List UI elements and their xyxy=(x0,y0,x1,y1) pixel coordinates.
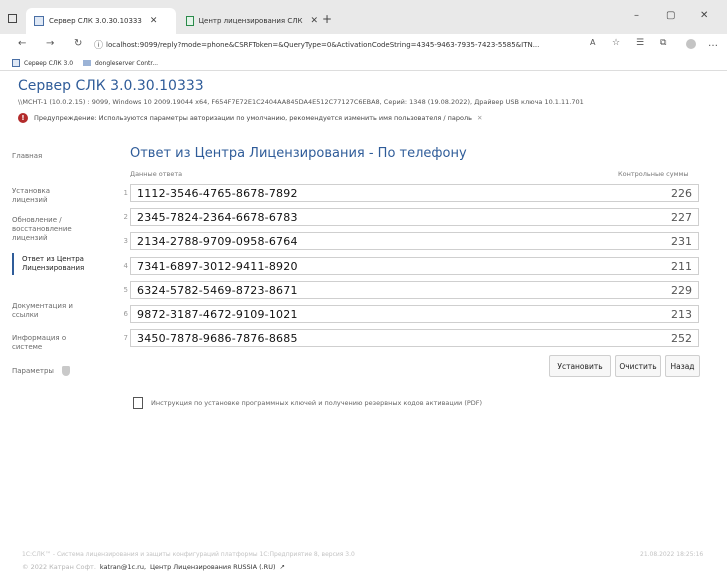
code-input[interactable]: 7341-6897-3012-9411-8920 211 xyxy=(130,257,699,275)
sidebar-item-update[interactable]: Обновление / восстановление лицензий xyxy=(12,216,92,243)
bookmark-server[interactable]: Сервер СЛК 3.0 xyxy=(24,60,73,67)
warning-icon: ! xyxy=(18,113,28,123)
info-icon[interactable]: ⓘ xyxy=(94,38,103,51)
server-favicon-icon xyxy=(34,16,44,26)
warning-close-icon[interactable]: ✕ xyxy=(477,114,482,122)
code-row: 2 2345-7824-2364-6678-6783 227 xyxy=(118,207,699,227)
column-data-header: Данные ответа xyxy=(130,170,183,178)
tab-server[interactable]: Сервер СЛК 3.0.30.10333 ✕ xyxy=(26,8,176,34)
maximize-button[interactable]: ▢ xyxy=(666,10,675,21)
bookmark-dongle[interactable]: dongleserver Contr... xyxy=(95,60,158,67)
tab-license-center[interactable]: Центр лицензирования СЛК ✕ xyxy=(178,8,318,34)
back-button[interactable]: Назад xyxy=(665,355,700,377)
tab-license-label: Центр лицензирования СЛК xyxy=(198,17,303,25)
code-row: 3 2134-2788-9709-0958-6764 231 xyxy=(118,231,699,251)
row-number: 3 xyxy=(123,237,128,245)
sidebar-item-install[interactable]: Установка лицензий xyxy=(12,187,82,205)
row-number: 4 xyxy=(123,262,128,270)
code-row: 7 3450-7878-9686-7876-8685 252 xyxy=(118,328,699,348)
code-value: 2134-2788-9709-0958-6764 xyxy=(137,234,298,248)
checksum-value: 231 xyxy=(671,234,692,248)
profile-avatar[interactable] xyxy=(686,39,696,49)
code-row: 6 9872-3187-4672-9109-1021 213 xyxy=(118,304,699,324)
code-value: 7341-6897-3012-9411-8920 xyxy=(137,259,298,273)
code-row: 1 1112-3546-4765-8678-7892 226 xyxy=(118,183,699,203)
bookmark-server-icon xyxy=(12,59,20,67)
warning-text: Предупреждение: Используются параметры а… xyxy=(34,114,472,122)
row-number: 2 xyxy=(123,213,128,221)
sidebar-params-label: Параметры xyxy=(12,366,54,375)
install-button[interactable]: Установить xyxy=(549,355,611,377)
row-number: 1 xyxy=(123,189,128,197)
collections-icon[interactable]: ⧉ xyxy=(660,38,666,48)
code-row: 5 6324-5782-5469-8723-8671 229 xyxy=(118,280,699,300)
footer-email[interactable]: katran@1c.ru, xyxy=(100,563,146,571)
page-title: Сервер СЛК 3.0.30.10333 xyxy=(18,78,204,94)
tab-actions-icon[interactable] xyxy=(8,14,17,23)
external-link-icon: ↗ xyxy=(279,563,285,571)
forward-arrow-icon[interactable]: → xyxy=(46,38,54,49)
footer-date: 21.08.2022 18:25:16 xyxy=(640,551,704,558)
code-input[interactable]: 9872-3187-4672-9109-1021 213 xyxy=(130,305,699,323)
sidebar-item-params[interactable]: Параметры xyxy=(12,366,70,376)
tab-server-label: Сервер СЛК 3.0.30.10333 xyxy=(49,17,142,25)
sidebar-item-docs[interactable]: Документация и ссылки xyxy=(12,302,92,320)
warning-banner: ! Предупреждение: Используются параметры… xyxy=(18,113,482,123)
code-value: 2345-7824-2364-6678-6783 xyxy=(137,210,298,224)
code-row: 4 7341-6897-3012-9411-8920 211 xyxy=(118,256,699,276)
code-value: 9872-3187-4672-9109-1021 xyxy=(137,307,298,321)
pdf-link[interactable]: Инструкция по установке программных ключ… xyxy=(133,397,482,409)
code-input[interactable]: 3450-7878-9686-7876-8685 252 xyxy=(130,329,699,347)
code-input[interactable]: 2345-7824-2364-6678-6783 227 xyxy=(130,208,699,226)
code-value: 1112-3546-4765-8678-7892 xyxy=(137,186,298,200)
code-input[interactable]: 2134-2788-9709-0958-6764 231 xyxy=(130,232,699,250)
sidebar-item-info[interactable]: Информация о системе xyxy=(12,334,92,352)
checksum-value: 229 xyxy=(671,283,692,297)
address-text: localhost:9099/reply?mode=phone&CSRFToke… xyxy=(106,41,540,49)
checksum-value: 252 xyxy=(671,331,692,345)
close-window-button[interactable]: ✕ xyxy=(700,10,708,21)
footer-center-link[interactable]: Центр Лицензирования RUSSIA (.RU) xyxy=(150,563,275,571)
checksum-value: 227 xyxy=(671,210,692,224)
code-value: 3450-7878-9686-7876-8685 xyxy=(137,331,298,345)
favorite-icon[interactable]: ☆ xyxy=(612,38,620,48)
more-icon[interactable]: … xyxy=(708,38,718,49)
active-indicator xyxy=(12,253,14,275)
shield-icon xyxy=(61,366,70,376)
favorites-bar-icon[interactable]: ☰ xyxy=(636,38,644,48)
footer-product: 1C:СЛК™ - Система лицензирования и защит… xyxy=(22,551,355,558)
read-aloud-icon[interactable]: A xyxy=(590,38,595,47)
footer-links: © 2022 Катран Софт. katran@1c.ru, Центр … xyxy=(22,563,285,571)
address-bar[interactable]: localhost:9099/reply?mode=phone&CSRFToke… xyxy=(106,36,666,54)
reload-icon[interactable]: ↻ xyxy=(74,38,82,49)
sidebar-item-reply[interactable]: Ответ из Центра Лицензирования xyxy=(22,255,102,273)
column-sums-header: Контрольные суммы xyxy=(618,170,689,178)
pdf-link-text: Инструкция по установке программных ключ… xyxy=(151,399,483,407)
license-favicon-icon xyxy=(186,16,194,26)
checksum-value: 226 xyxy=(671,186,692,200)
code-value: 6324-5782-5469-8723-8671 xyxy=(137,283,298,297)
minimize-button[interactable]: – xyxy=(634,10,639,21)
bookmarks-bar: Сервер СЛК 3.0 dongleserver Contr... xyxy=(0,56,727,71)
server-info: \\MCHT-1 (10.0.2.15) : 9099, Windows 10 … xyxy=(18,98,584,106)
code-input[interactable]: 1112-3546-4765-8678-7892 226 xyxy=(130,184,699,202)
bookmark-dongle-icon xyxy=(83,60,92,66)
clear-button[interactable]: Очистить xyxy=(615,355,661,377)
back-arrow-icon[interactable]: ← xyxy=(18,38,26,49)
pdf-icon xyxy=(133,397,143,409)
section-heading: Ответ из Центра Лицензирования - По теле… xyxy=(130,146,467,161)
checksum-value: 211 xyxy=(671,259,692,273)
new-tab-button[interactable]: + xyxy=(322,12,332,26)
tab-close-icon[interactable]: ✕ xyxy=(310,16,318,26)
row-number: 7 xyxy=(123,334,128,342)
tab-close-icon[interactable]: ✕ xyxy=(150,16,158,26)
row-number: 6 xyxy=(123,310,128,318)
code-input[interactable]: 6324-5782-5469-8723-8671 229 xyxy=(130,281,699,299)
row-number: 5 xyxy=(123,286,128,294)
checksum-value: 213 xyxy=(671,307,692,321)
sidebar-item-home[interactable]: Главная xyxy=(12,152,42,161)
footer-copyright: © 2022 Катран Софт. xyxy=(22,563,96,571)
